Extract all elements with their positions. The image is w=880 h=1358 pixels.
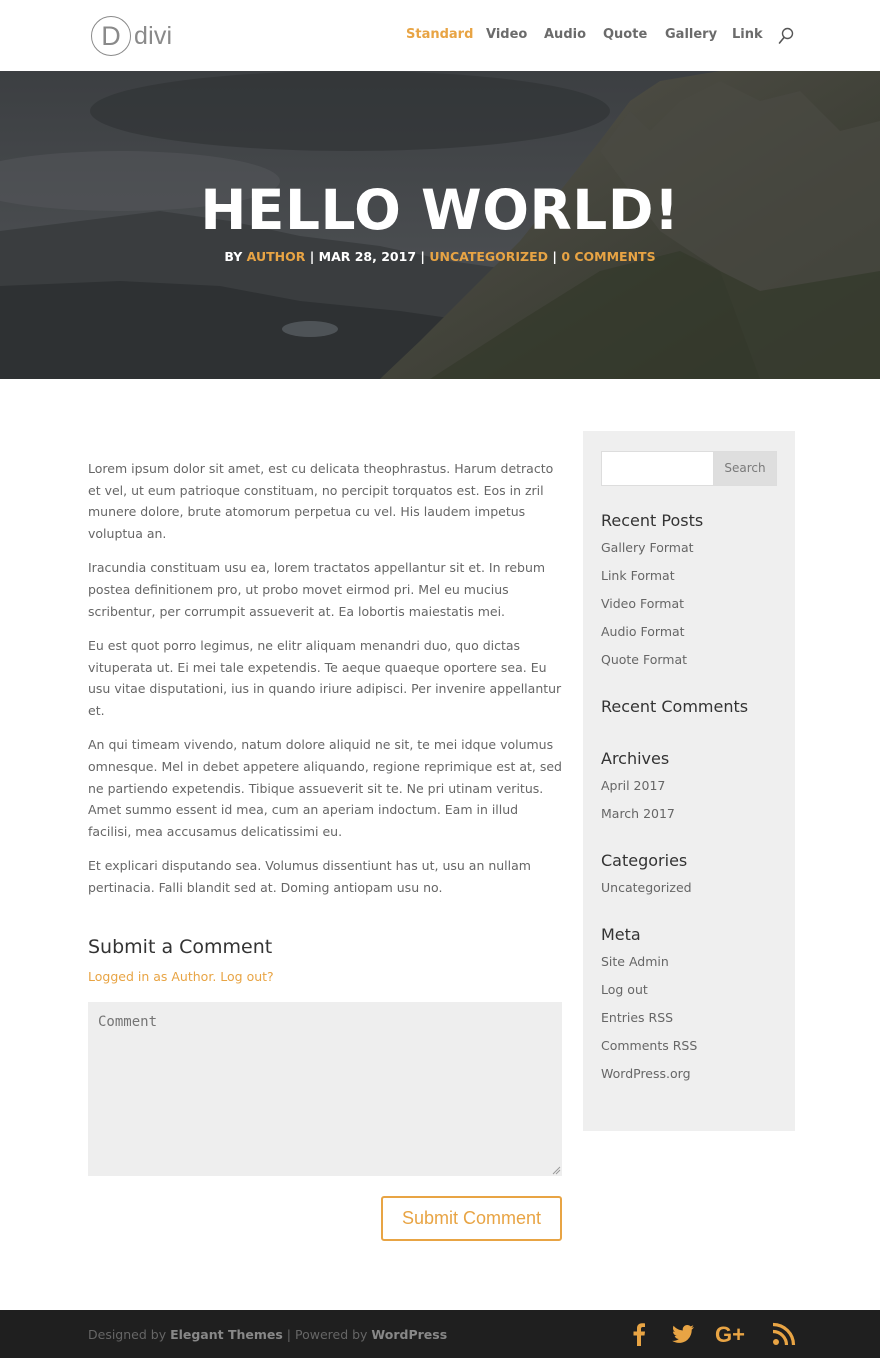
nav-item-quote[interactable]: Quote (603, 27, 647, 42)
recent-comments-title: Recent Comments (601, 697, 749, 716)
site-header: D divi Standard Video Audio Quote Galler… (0, 0, 880, 71)
post-title: HELLO WORLD! (200, 178, 680, 242)
archives-title: Archives (601, 749, 670, 768)
resize-grip-icon[interactable] (552, 1166, 561, 1175)
site-footer: Designed by Elegant Themes | Powered by … (0, 1310, 880, 1358)
category-link[interactable]: Uncategorized (601, 880, 692, 895)
nav-item-link[interactable]: Link (732, 27, 763, 42)
sidebar-search-input[interactable] (601, 451, 714, 486)
hero-banner: HELLO WORLD! BY AUTHOR | MAR 28, 2017 | … (0, 71, 880, 379)
logged-in-link[interactable]: Logged in as Author (88, 969, 212, 984)
svg-text:G+: G+ (715, 1322, 745, 1346)
archive-link[interactable]: March 2017 (601, 806, 675, 821)
post-paragraph: Iracundia constituam usu ea, lorem tract… (88, 560, 546, 619)
meta-separator: | (420, 249, 425, 264)
nav-item-audio[interactable]: Audio (544, 27, 586, 42)
post-paragraph: Eu est quot porro legimus, ne elitr aliq… (88, 637, 562, 719)
meta-date: MAR 28, 2017 (318, 249, 417, 264)
submit-comment-button[interactable]: Submit Comment (381, 1196, 562, 1241)
footer-wordpress-link[interactable]: WordPress (371, 1327, 447, 1342)
rss-icon[interactable] (772, 1322, 796, 1346)
logout-link[interactable]: Log out? (220, 969, 273, 984)
meta-author-link[interactable]: AUTHOR (247, 249, 306, 264)
nav-item-standard[interactable]: Standard (406, 27, 473, 42)
post-meta: BY AUTHOR | MAR 28, 2017 | UNCATEGORIZED… (0, 249, 880, 264)
nav-item-video[interactable]: Video (486, 27, 527, 42)
meta-comments-link[interactable]: 0 COMMENTS (561, 249, 655, 264)
google-plus-icon[interactable]: G+ (715, 1322, 753, 1346)
facebook-icon[interactable] (632, 1322, 646, 1346)
meta-link[interactable]: WordPress.org (601, 1066, 691, 1081)
logo-text: divi (134, 21, 173, 50)
post-content: Lorem ipsum dolor sit amet, est cu delic… (88, 458, 562, 911)
meta-link[interactable]: Site Admin (601, 954, 669, 969)
meta-by: BY (224, 249, 243, 264)
footer-credits: Designed by Elegant Themes | Powered by … (88, 1327, 447, 1342)
meta-link[interactable]: Comments RSS (601, 1038, 697, 1053)
nav-item-gallery[interactable]: Gallery (665, 27, 717, 42)
logged-in-note: Logged in as Author. Log out? (88, 969, 274, 984)
recent-post-link[interactable]: Gallery Format (601, 540, 694, 555)
search-icon[interactable] (778, 27, 794, 45)
footer-elegant-link[interactable]: Elegant Themes (170, 1327, 283, 1342)
meta-separator: | (309, 249, 315, 264)
recent-post-link[interactable]: Link Format (601, 568, 675, 583)
comment-textarea[interactable] (88, 1002, 562, 1176)
meta-separator: | (552, 249, 557, 264)
meta-title: Meta (601, 925, 641, 944)
logo-mark: D (91, 16, 131, 56)
meta-link[interactable]: Entries RSS (601, 1010, 673, 1025)
sidebar-search-button[interactable]: Search (713, 451, 777, 486)
recent-post-link[interactable]: Video Format (601, 596, 684, 611)
recent-posts-title: Recent Posts (601, 511, 704, 530)
meta-category-link[interactable]: UNCATEGORIZED (429, 249, 548, 264)
comment-form-title: Submit a Comment (88, 936, 273, 958)
archive-link[interactable]: April 2017 (601, 778, 665, 793)
footer-designed-by: Designed by (88, 1327, 171, 1342)
post-paragraph: An qui timeam vivendo, natum dolore aliq… (88, 737, 562, 840)
post-paragraph: Lorem ipsum dolor sit amet, est cu delic… (88, 461, 554, 542)
categories-title: Categories (601, 851, 688, 870)
sidebar: Search Recent Posts Gallery Format Link … (583, 431, 795, 1131)
footer-powered-by: | Powered by (282, 1327, 372, 1342)
meta-link[interactable]: Log out (601, 982, 648, 997)
logo[interactable]: D divi (91, 16, 172, 56)
post-paragraph: Et explicari disputando sea. Volumus dis… (88, 858, 531, 895)
recent-post-link[interactable]: Audio Format (601, 624, 685, 639)
recent-post-link[interactable]: Quote Format (601, 652, 687, 667)
twitter-icon[interactable] (671, 1322, 695, 1346)
